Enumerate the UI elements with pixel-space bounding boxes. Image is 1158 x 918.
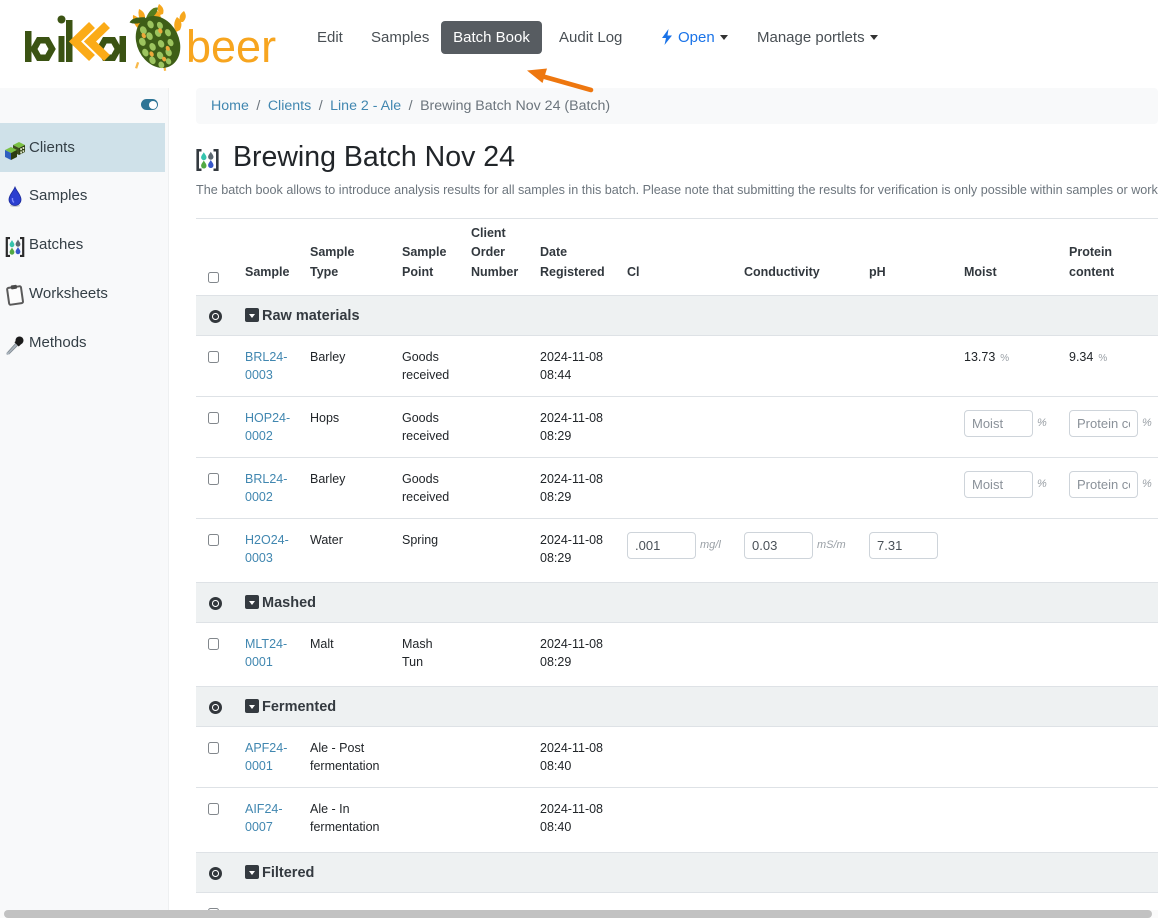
svg-text:beer: beer xyxy=(186,21,276,72)
